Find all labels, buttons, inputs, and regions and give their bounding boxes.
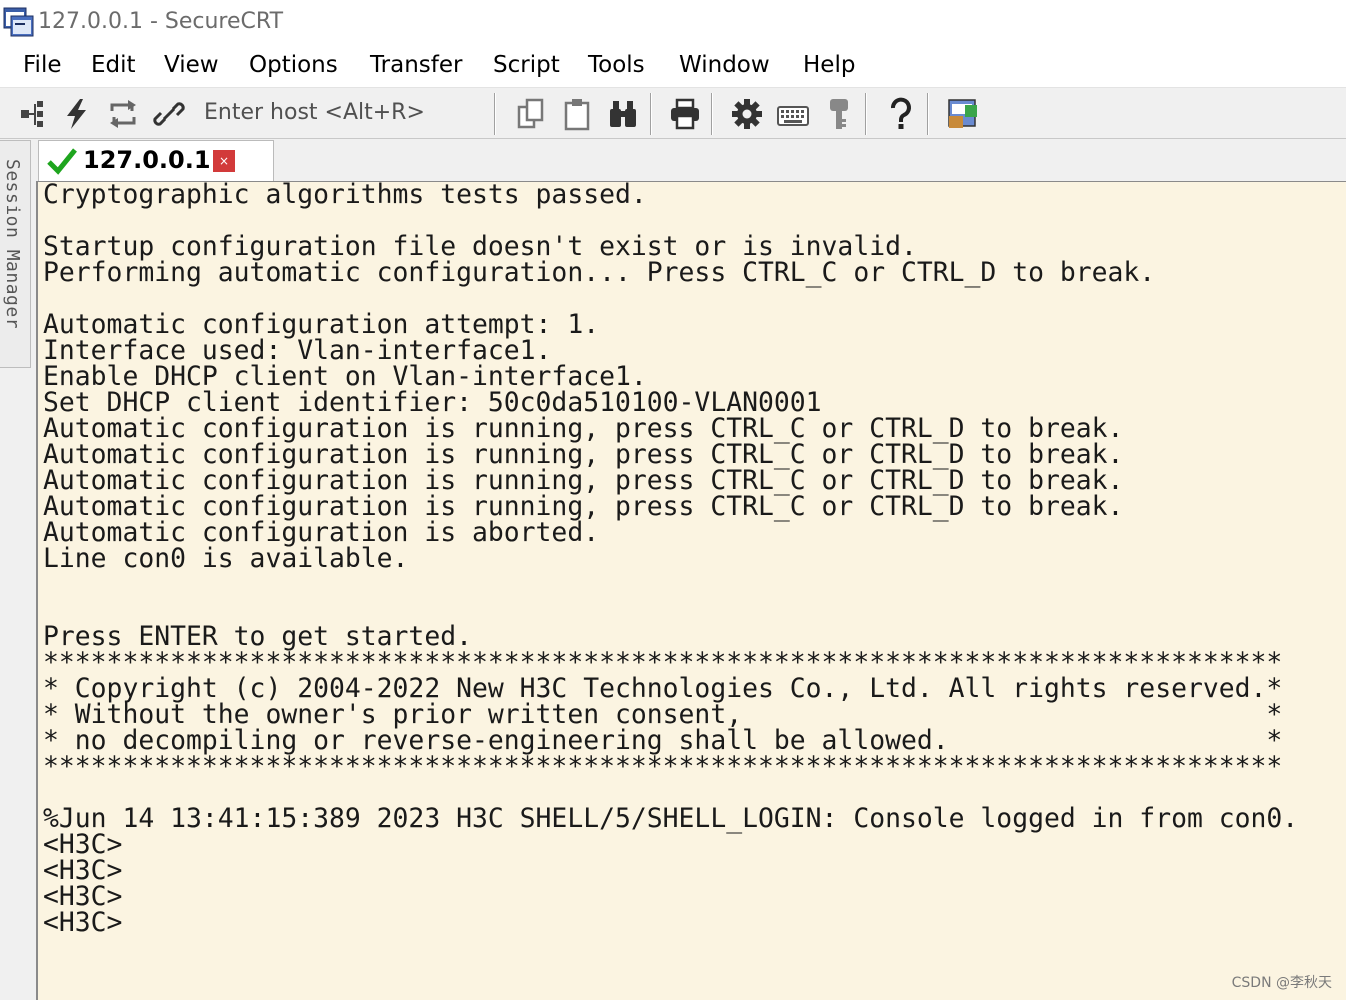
terminal-line: <H3C> xyxy=(43,881,123,912)
key-agent-icon[interactable] xyxy=(821,96,857,132)
session-manager-tab[interactable]: Session Manager xyxy=(0,140,31,368)
window-title: 127.0.0.1 - SecureCRT xyxy=(38,9,284,34)
terminal-line: Performing automatic configuration... Pr… xyxy=(43,257,1156,288)
toolbar: Enter host <Alt+R> xyxy=(0,89,1346,139)
watermark: CSDN @李秋天 xyxy=(1231,975,1332,991)
menu-file[interactable]: File xyxy=(23,52,62,78)
disconnect-icon[interactable] xyxy=(151,96,187,132)
terminal-area[interactable]: Cryptographic algorithms tests passed. S… xyxy=(36,181,1346,1000)
sftp-icon[interactable] xyxy=(945,96,981,132)
session-tab[interactable]: 127.0.0.1 × xyxy=(38,140,274,182)
toolbar-separator xyxy=(927,93,929,135)
keymap-keyboard-icon[interactable] xyxy=(775,96,811,132)
menu-tools[interactable]: Tools xyxy=(588,52,645,78)
terminal-line: %Jun 14 13:41:15:389 2023 H3C SHELL/5/SH… xyxy=(43,803,1299,834)
menu-options[interactable]: Options xyxy=(249,52,338,78)
toolbar-separator xyxy=(865,93,867,135)
toolbar-separator xyxy=(494,93,496,135)
toolbar-separator xyxy=(650,93,652,135)
paste-icon[interactable] xyxy=(559,96,595,132)
print-icon[interactable] xyxy=(667,96,703,132)
terminal-line: Line con0 is available. xyxy=(43,543,409,574)
host-input[interactable]: Enter host <Alt+R> xyxy=(204,100,425,125)
terminal-line: <H3C> xyxy=(43,829,123,860)
help-icon[interactable] xyxy=(883,96,919,132)
menu-window[interactable]: Window xyxy=(679,52,770,78)
menu-view[interactable]: View xyxy=(164,52,219,78)
menu-script[interactable]: Script xyxy=(493,52,560,78)
toolbar-separator xyxy=(711,93,713,135)
menu-transfer[interactable]: Transfer xyxy=(370,52,462,78)
menu-help[interactable]: Help xyxy=(803,52,855,78)
copy-icon[interactable] xyxy=(513,96,549,132)
menu-bar: File Edit View Options Transfer Script T… xyxy=(0,46,1346,88)
securecrt-app-icon xyxy=(3,7,34,37)
settings-gear-icon[interactable] xyxy=(729,96,765,132)
terminal-line: ****************************************… xyxy=(43,751,1283,782)
session-manager-label: Session Manager xyxy=(2,159,23,330)
connected-check-icon xyxy=(47,148,77,175)
terminal-line: <H3C> xyxy=(43,907,123,938)
session-tab-label: 127.0.0.1 xyxy=(83,146,211,174)
quick-connect-lightning-icon[interactable] xyxy=(59,96,95,132)
close-tab-icon[interactable]: × xyxy=(213,150,235,172)
session-tab-bar: 127.0.0.1 × xyxy=(36,140,1346,182)
terminal-output: Cryptographic algorithms tests passed. S… xyxy=(43,182,1298,936)
menu-edit[interactable]: Edit xyxy=(91,52,136,78)
title-bar: 127.0.0.1 - SecureCRT xyxy=(0,0,1346,46)
find-binoculars-icon[interactable] xyxy=(605,96,641,132)
connect-tree-icon[interactable] xyxy=(14,96,50,132)
terminal-line: <H3C> xyxy=(43,855,123,886)
reconnect-icon[interactable] xyxy=(105,96,141,132)
terminal-line: Cryptographic algorithms tests passed. xyxy=(43,181,647,210)
